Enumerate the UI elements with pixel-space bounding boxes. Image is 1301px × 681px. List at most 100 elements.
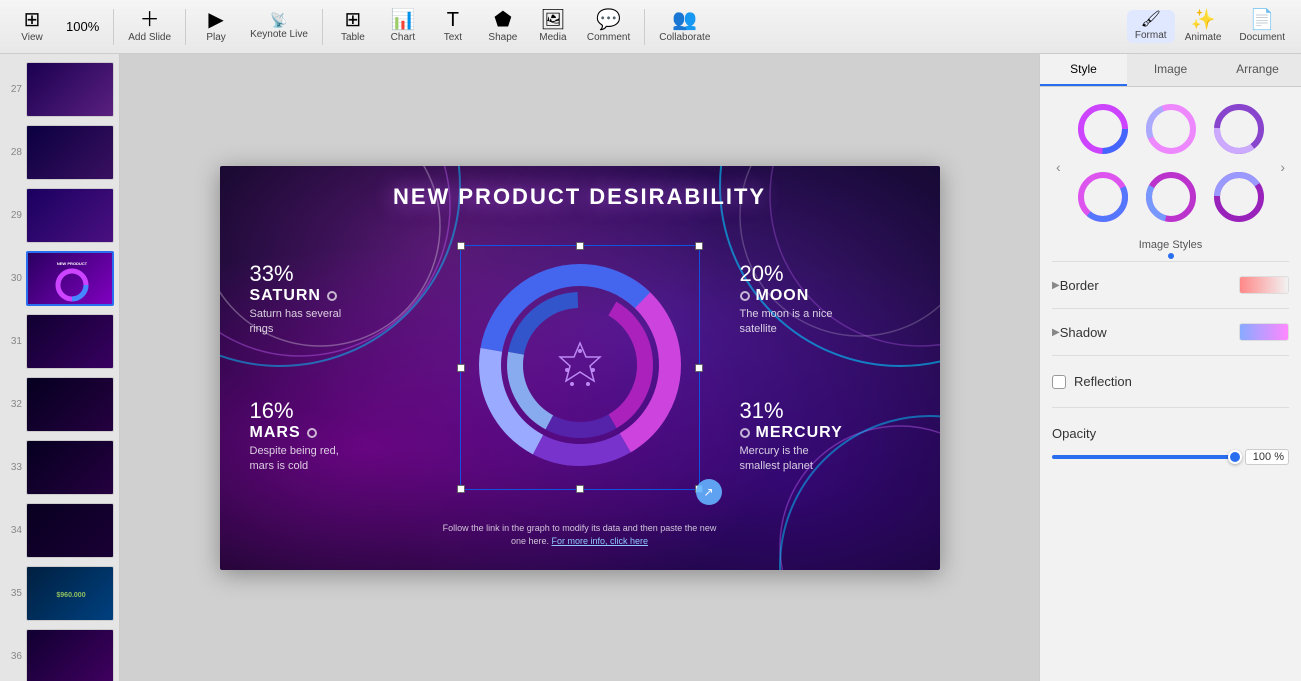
moon-dot	[740, 291, 750, 301]
scroll-right-arrow[interactable]: ›	[1276, 157, 1289, 177]
handle-mr[interactable]	[695, 364, 703, 372]
play-button[interactable]: ▶ Play	[192, 8, 240, 45]
opacity-slider[interactable]	[1052, 455, 1237, 459]
footer-link[interactable]: For more info, click here	[552, 536, 649, 546]
zoom-button[interactable]: 100% 100%	[58, 18, 107, 35]
sep-1	[113, 9, 114, 45]
table-button[interactable]: ⊞ Table	[329, 8, 377, 45]
sep-4	[644, 9, 645, 45]
border-color-swatch[interactable]	[1239, 276, 1289, 294]
left-labels: 33% SATURN Saturn has severalrings 16%	[220, 221, 420, 515]
style-item-5[interactable]	[1141, 167, 1201, 227]
slide-thumb-29[interactable]: 29	[0, 184, 119, 247]
document-button[interactable]: 📄 Document	[1231, 8, 1293, 45]
border-row[interactable]: ▶ Border	[1052, 272, 1289, 298]
saturn-label: 33% SATURN Saturn has severalrings	[250, 261, 420, 338]
opacity-control-row: 100 %	[1052, 449, 1289, 469]
mercury-label: 31% MERCURY Mercury is thesmallest plane…	[740, 398, 940, 475]
keynote-live-button[interactable]: 📡 Keynote Live	[242, 11, 316, 42]
slide-thumb-32[interactable]: 32	[0, 373, 119, 436]
handle-ml[interactable]	[457, 364, 465, 372]
slide-thumb-33[interactable]: 33	[0, 436, 119, 499]
border-expand-arrow[interactable]: ▶	[1052, 280, 1060, 291]
chart-layout: 33% SATURN Saturn has severalrings 16%	[220, 221, 940, 515]
add-slide-icon: ＋	[140, 10, 160, 30]
chart-button[interactable]: 📊 Chart	[379, 8, 427, 45]
saturn-dot	[327, 291, 337, 301]
handle-tm[interactable]	[576, 242, 584, 250]
handle-bl[interactable]	[457, 485, 465, 493]
style-item-6[interactable]	[1209, 167, 1269, 227]
opacity-section: Opacity 100 %	[1052, 407, 1289, 479]
tab-style[interactable]: Style	[1040, 54, 1127, 86]
slide-thumb-36[interactable]: 36	[0, 625, 119, 681]
shadow-row[interactable]: ▶ Shadow	[1052, 319, 1289, 345]
collaborate-icon: 👥	[672, 10, 697, 30]
slide-canvas: NEW PRODUCT DESIRABILITY 33% SATURN	[220, 166, 940, 570]
animate-label: Animate	[1185, 32, 1222, 43]
style-item-4[interactable]	[1073, 167, 1133, 227]
opacity-value[interactable]: 100 %	[1245, 449, 1289, 465]
collaborate-label: Collaborate	[659, 32, 710, 43]
animate-button[interactable]: ✨ Animate	[1177, 8, 1230, 45]
style-item-1[interactable]	[1073, 99, 1133, 159]
view-label: View	[21, 32, 43, 43]
opacity-label: Opacity	[1052, 426, 1096, 441]
canvas-area[interactable]: NEW PRODUCT DESIRABILITY 33% SATURN	[120, 54, 1039, 681]
slide-thumb-28[interactable]: 28	[0, 121, 119, 184]
slide-title: NEW PRODUCT DESIRABILITY	[220, 166, 940, 210]
slide-thumb-30[interactable]: 30 NEW PRODUCT	[0, 247, 119, 310]
image-styles-section: ‹	[1052, 99, 1289, 259]
shape-icon: ⬟	[494, 10, 511, 30]
collaborate-button[interactable]: 👥 Collaborate	[651, 8, 718, 45]
shape-button[interactable]: ⬟ Shape	[479, 8, 527, 45]
panel-body: ‹	[1040, 87, 1301, 681]
document-icon: 📄	[1250, 10, 1275, 30]
reflection-section: Reflection	[1052, 355, 1289, 407]
tab-arrange[interactable]: Arrange	[1214, 54, 1301, 86]
mercury-dot	[740, 428, 750, 438]
shadow-color-swatch[interactable]	[1239, 323, 1289, 341]
handle-tl[interactable]	[457, 242, 465, 250]
share-button[interactable]: ↗	[696, 479, 722, 505]
keynote-live-label: Keynote Live	[250, 29, 308, 40]
table-label: Table	[341, 32, 365, 43]
style-indicator-dot	[1168, 253, 1174, 259]
text-button[interactable]: T Text	[429, 8, 477, 45]
animate-icon: ✨	[1191, 10, 1216, 30]
format-button[interactable]: 🖌 Format	[1127, 10, 1175, 43]
text-icon: T	[447, 10, 459, 30]
right-labels: 20% MOON The moon is a nicesatellite 31%	[740, 221, 940, 515]
style-item-3[interactable]	[1209, 99, 1269, 159]
format-icon: 🖌	[1141, 12, 1161, 28]
view-button[interactable]: ⊞ View	[8, 8, 56, 45]
add-slide-button[interactable]: ＋ Add Slide	[120, 8, 179, 45]
footer-note: Follow the link in the graph to modify i…	[440, 522, 720, 547]
media-button[interactable]: 🖼 Media	[529, 8, 577, 45]
opacity-slider-thumb[interactable]	[1228, 450, 1242, 464]
keynote-live-icon: 📡	[270, 13, 287, 27]
chart-icon: 📊	[390, 10, 415, 30]
image-styles-grid	[1073, 99, 1269, 227]
style-item-2[interactable]	[1141, 99, 1201, 159]
toolbar: ⊞ View 100% 100% ＋ Add Slide ▶ Play 📡 Ke…	[0, 0, 1301, 54]
reflection-row: Reflection	[1052, 366, 1289, 397]
tab-image[interactable]: Image	[1127, 54, 1214, 86]
reflection-label: Reflection	[1074, 374, 1132, 389]
handle-tr[interactable]	[695, 242, 703, 250]
handle-bm[interactable]	[576, 485, 584, 493]
shadow-expand-arrow[interactable]: ▶	[1052, 327, 1060, 338]
slide-thumb-35[interactable]: 35 $960.000	[0, 562, 119, 625]
shadow-label: Shadow	[1060, 325, 1107, 340]
sep-3	[322, 9, 323, 45]
mars-dot	[307, 428, 317, 438]
slide-thumb-31[interactable]: 31	[0, 310, 119, 373]
slide-thumb-27[interactable]: 27	[0, 58, 119, 121]
zoom-icon: 100%	[66, 20, 99, 33]
slide-thumb-34[interactable]: 34	[0, 499, 119, 562]
comment-button[interactable]: 💬 Comment	[579, 8, 638, 45]
reflection-checkbox[interactable]	[1052, 375, 1066, 389]
shape-label: Shape	[488, 32, 517, 43]
scroll-left-arrow[interactable]: ‹	[1052, 157, 1065, 177]
sep-2	[185, 9, 186, 45]
